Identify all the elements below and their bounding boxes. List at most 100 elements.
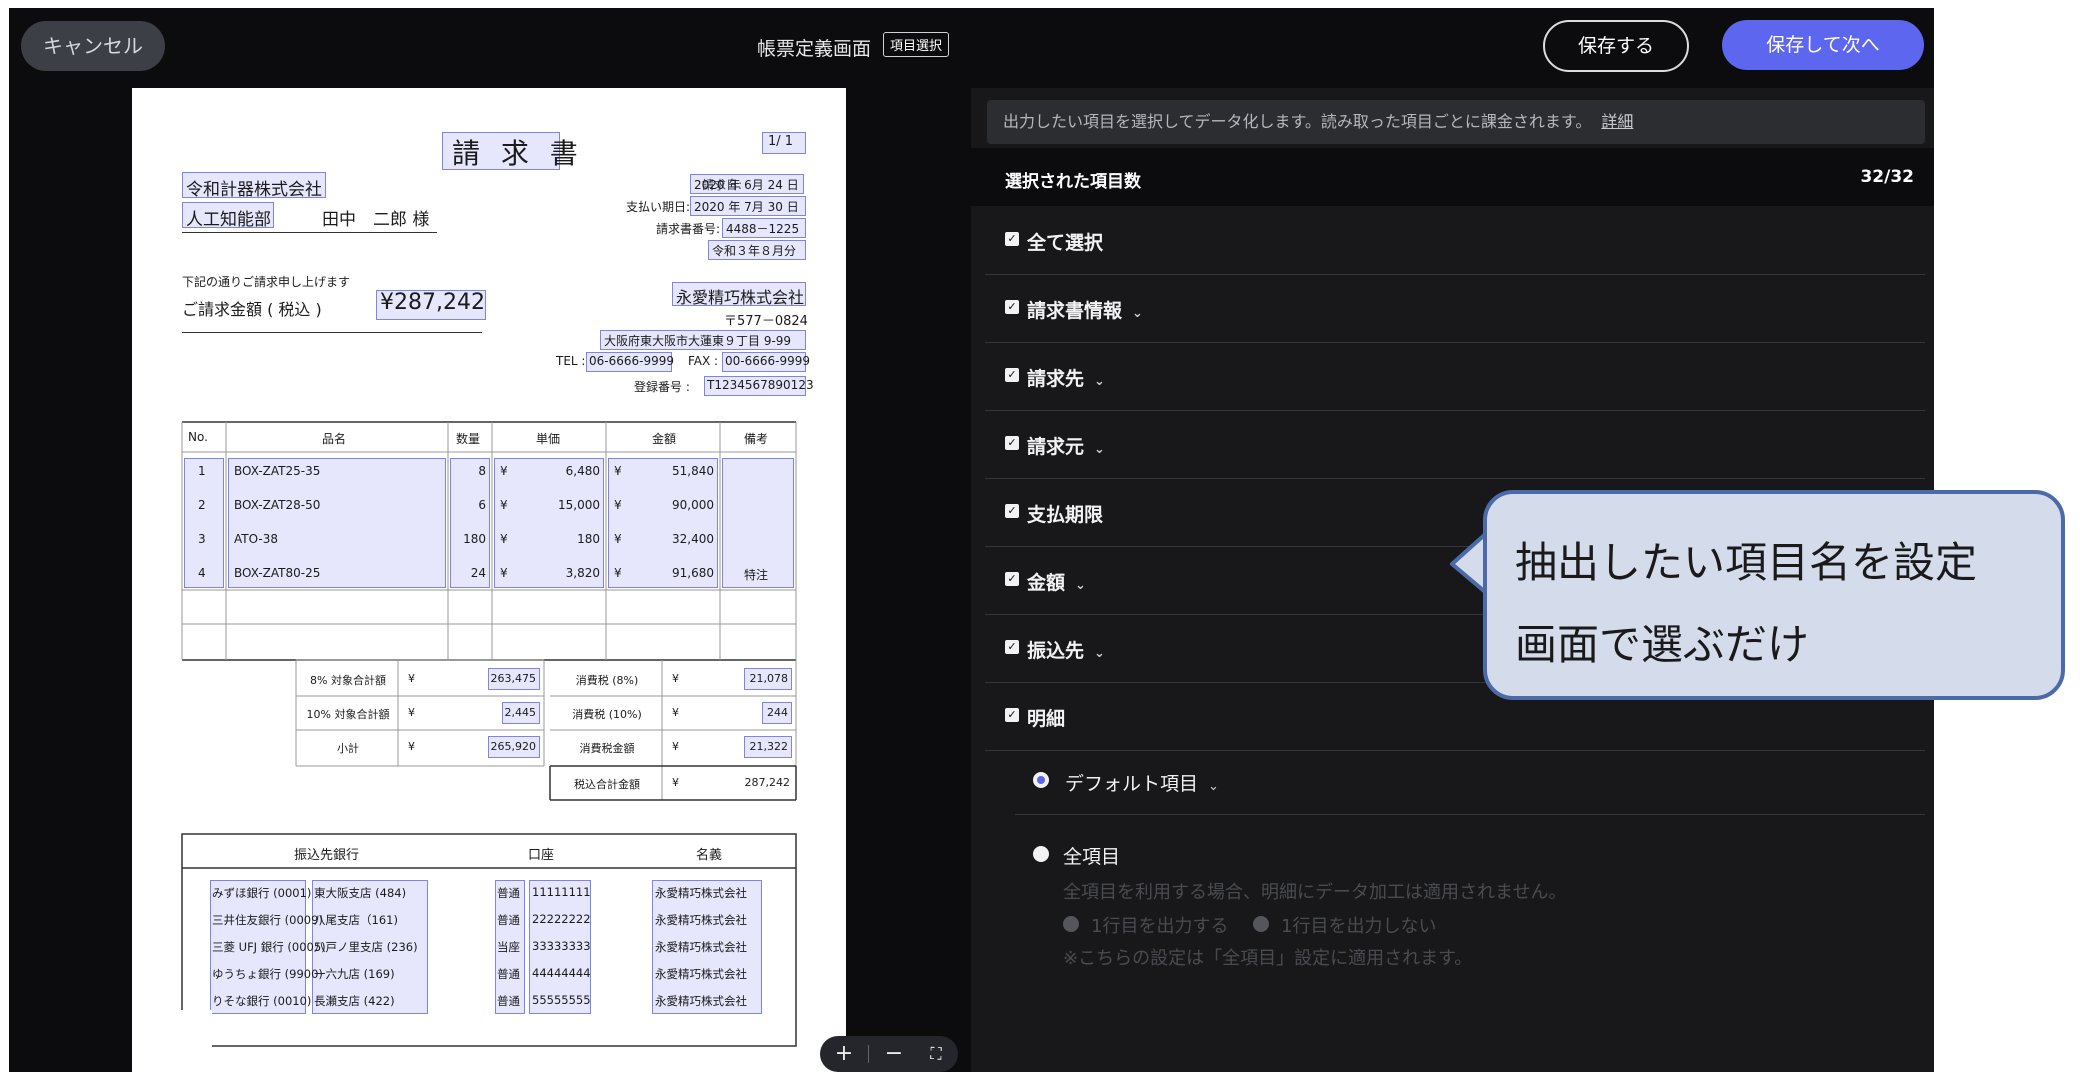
bank-header-bank: 振込先銀行 (294, 848, 360, 863)
tax-10pct-value: 244 (767, 706, 788, 719)
total-10pct-value: 2,445 (504, 706, 537, 719)
chevron-down-icon[interactable]: ⌄ (1094, 374, 1105, 389)
currency-mark: ¥ (614, 566, 622, 580)
bank-branch: 八戸ノ里支店 (236) (314, 940, 418, 954)
account-holder: 永愛精巧株式会社 (655, 940, 747, 954)
currency-mark: ¥ (500, 532, 508, 546)
chevron-down-icon[interactable]: ⌄ (1094, 442, 1105, 457)
field-label: 請求書情報 ⌄ (1027, 300, 1143, 322)
bank-header-account: 口座 (528, 848, 555, 863)
chevron-down-icon[interactable]: ⌄ (1094, 646, 1105, 661)
bank-branch: 長瀬支店 (422) (314, 994, 395, 1008)
account-holder: 永愛精巧株式会社 (655, 886, 747, 900)
table-row-name: ATO-38 (234, 532, 278, 546)
bank-branch: 八尾支店（161) (314, 913, 398, 927)
all-fields-label[interactable]: 全項目 (1063, 842, 1120, 869)
document-viewer[interactable]: 請 求 書 1/ 1 令和計器株式会社 人工知能部 田中 二郎 様 請求日: 2… (9, 88, 971, 1072)
checkbox-checked-icon[interactable]: ✓ (1005, 232, 1019, 246)
checkbox-checked-icon[interactable]: ✓ (1005, 368, 1019, 382)
col-name: 品名 (322, 432, 347, 446)
info-bar: 出力したい項目を選択してデータ化します。読み取った項目ごとに課金されます。 詳細 (987, 100, 1925, 144)
page-mask (142, 1010, 212, 1050)
field-label: 金額 ⌄ (1027, 572, 1086, 594)
total-8pct-value: 263,475 (490, 672, 537, 685)
checkbox-checked-icon[interactable]: ✓ (1005, 640, 1019, 654)
field-row-bill-to[interactable]: ✓ 請求先 ⌄ (985, 342, 1925, 411)
chevron-down-icon[interactable]: ⌄ (1208, 779, 1219, 794)
checkbox-checked-icon[interactable]: ✓ (1005, 504, 1019, 518)
checkbox-checked-icon[interactable]: ✓ (1005, 708, 1019, 722)
table-row-name: BOX-ZAT25-35 (234, 464, 321, 478)
bank-branch: 東大阪支店 (484) (314, 886, 407, 900)
zoom-controls: + − ⛶ (820, 1036, 958, 1072)
details-link[interactable]: 詳細 (1601, 112, 1633, 131)
default-fields-option[interactable]: デフォルト項目 ⌄ (1015, 750, 1925, 815)
currency-mark: ¥ (672, 776, 679, 789)
zoom-out-button[interactable]: − (874, 1036, 914, 1072)
field-row-select-all[interactable]: ✓ 全て選択 (985, 206, 1925, 275)
table-row-qty: 8 (478, 464, 486, 478)
table-row-name: BOX-ZAT28-50 (234, 498, 321, 512)
table-row-note: 特注 (744, 568, 769, 582)
zoom-divider (868, 1045, 869, 1063)
checkbox-checked-icon[interactable]: ✓ (1005, 572, 1019, 586)
col-amount: 金額 (652, 432, 677, 446)
currency-mark: ¥ (408, 706, 415, 719)
chevron-down-icon[interactable]: ⌄ (1132, 306, 1143, 321)
field-label: 支払期限 (1027, 504, 1104, 526)
account-type: 普通 (497, 913, 520, 927)
account-number: 33333333 (532, 939, 591, 953)
screen-title: 帳票定義画面 (757, 38, 872, 60)
table-row-no: 4 (198, 566, 206, 580)
total-8pct-label: 8% 対象合計額 (310, 674, 386, 687)
selected-count-value: 32/32 (1860, 167, 1914, 187)
table-row-amount: 90,000 (672, 498, 714, 512)
col-qty: 数量 (456, 432, 481, 446)
table-row-qty: 24 (470, 566, 486, 580)
bank-name: 三井住友銀行 (0009) (212, 913, 323, 927)
cancel-button[interactable]: キャンセル (21, 21, 165, 71)
tax-8pct-label: 消費税 (8%) (575, 674, 639, 687)
save-button[interactable]: 保存する (1543, 20, 1689, 72)
currency-mark: ¥ (614, 464, 622, 478)
callout-line-2: 画面で選ぶだけ (1515, 620, 1810, 669)
chevron-down-icon[interactable]: ⌄ (1075, 578, 1086, 593)
currency-mark: ¥ (614, 532, 622, 546)
col-no: No. (188, 430, 208, 444)
subtotal-label: 小計 (337, 742, 359, 755)
radio-selected-icon[interactable] (1033, 772, 1049, 788)
checkbox-checked-icon[interactable]: ✓ (1005, 436, 1019, 450)
bank-name: りそな銀行 (0010) (212, 994, 312, 1008)
table-row-qty: 180 (463, 532, 486, 546)
checkbox-checked-icon[interactable]: ✓ (1005, 300, 1019, 314)
table-row-qty: 6 (478, 498, 486, 512)
skip-first-row-radio[interactable] (1253, 916, 1269, 932)
zoom-in-button[interactable]: + (824, 1036, 864, 1072)
field-row-invoice-info[interactable]: ✓ 請求書情報 ⌄ (985, 274, 1925, 343)
tax-10pct-label: 消費税 (10%) (572, 708, 642, 721)
currency-mark: ¥ (500, 464, 508, 478)
info-text: 出力したい項目を選択してデータ化します。読み取った項目ごとに課金されます。 (1003, 112, 1592, 131)
account-holder: 永愛精巧株式会社 (655, 913, 747, 927)
selected-count-label: 選択された項目数 (1005, 172, 1141, 192)
account-type: 普通 (497, 994, 520, 1008)
output-first-row-label: 1行目を出力する (1091, 916, 1229, 937)
header-bar: キャンセル 帳票定義画面 項目選択 保存する 保存して次へ (9, 8, 1934, 88)
currency-mark: ¥ (500, 498, 508, 512)
col-price: 単価 (536, 432, 561, 446)
field-label: 明細 (1027, 708, 1066, 730)
all-fields-radio[interactable] (1033, 846, 1049, 862)
fit-screen-button[interactable]: ⛶ (916, 1036, 956, 1072)
col-note: 備考 (744, 432, 769, 446)
save-and-next-button[interactable]: 保存して次へ (1722, 20, 1924, 70)
field-row-bill-from[interactable]: ✓ 請求元 ⌄ (985, 410, 1925, 479)
bank-name: みずほ銀行 (0001) (212, 886, 312, 900)
currency-mark: ¥ (408, 740, 415, 753)
field-label: 振込先 ⌄ (1027, 640, 1105, 662)
table-row-name: BOX-ZAT80-25 (234, 566, 321, 580)
account-type: 普通 (497, 967, 520, 981)
account-number: 22222222 (532, 912, 591, 926)
grand-total-label: 税込合計金額 (574, 778, 640, 791)
callout-text: 抽出したい項目名を設定 画面で選ぶだけ (1515, 522, 1977, 686)
output-first-row-radio[interactable] (1063, 916, 1079, 932)
